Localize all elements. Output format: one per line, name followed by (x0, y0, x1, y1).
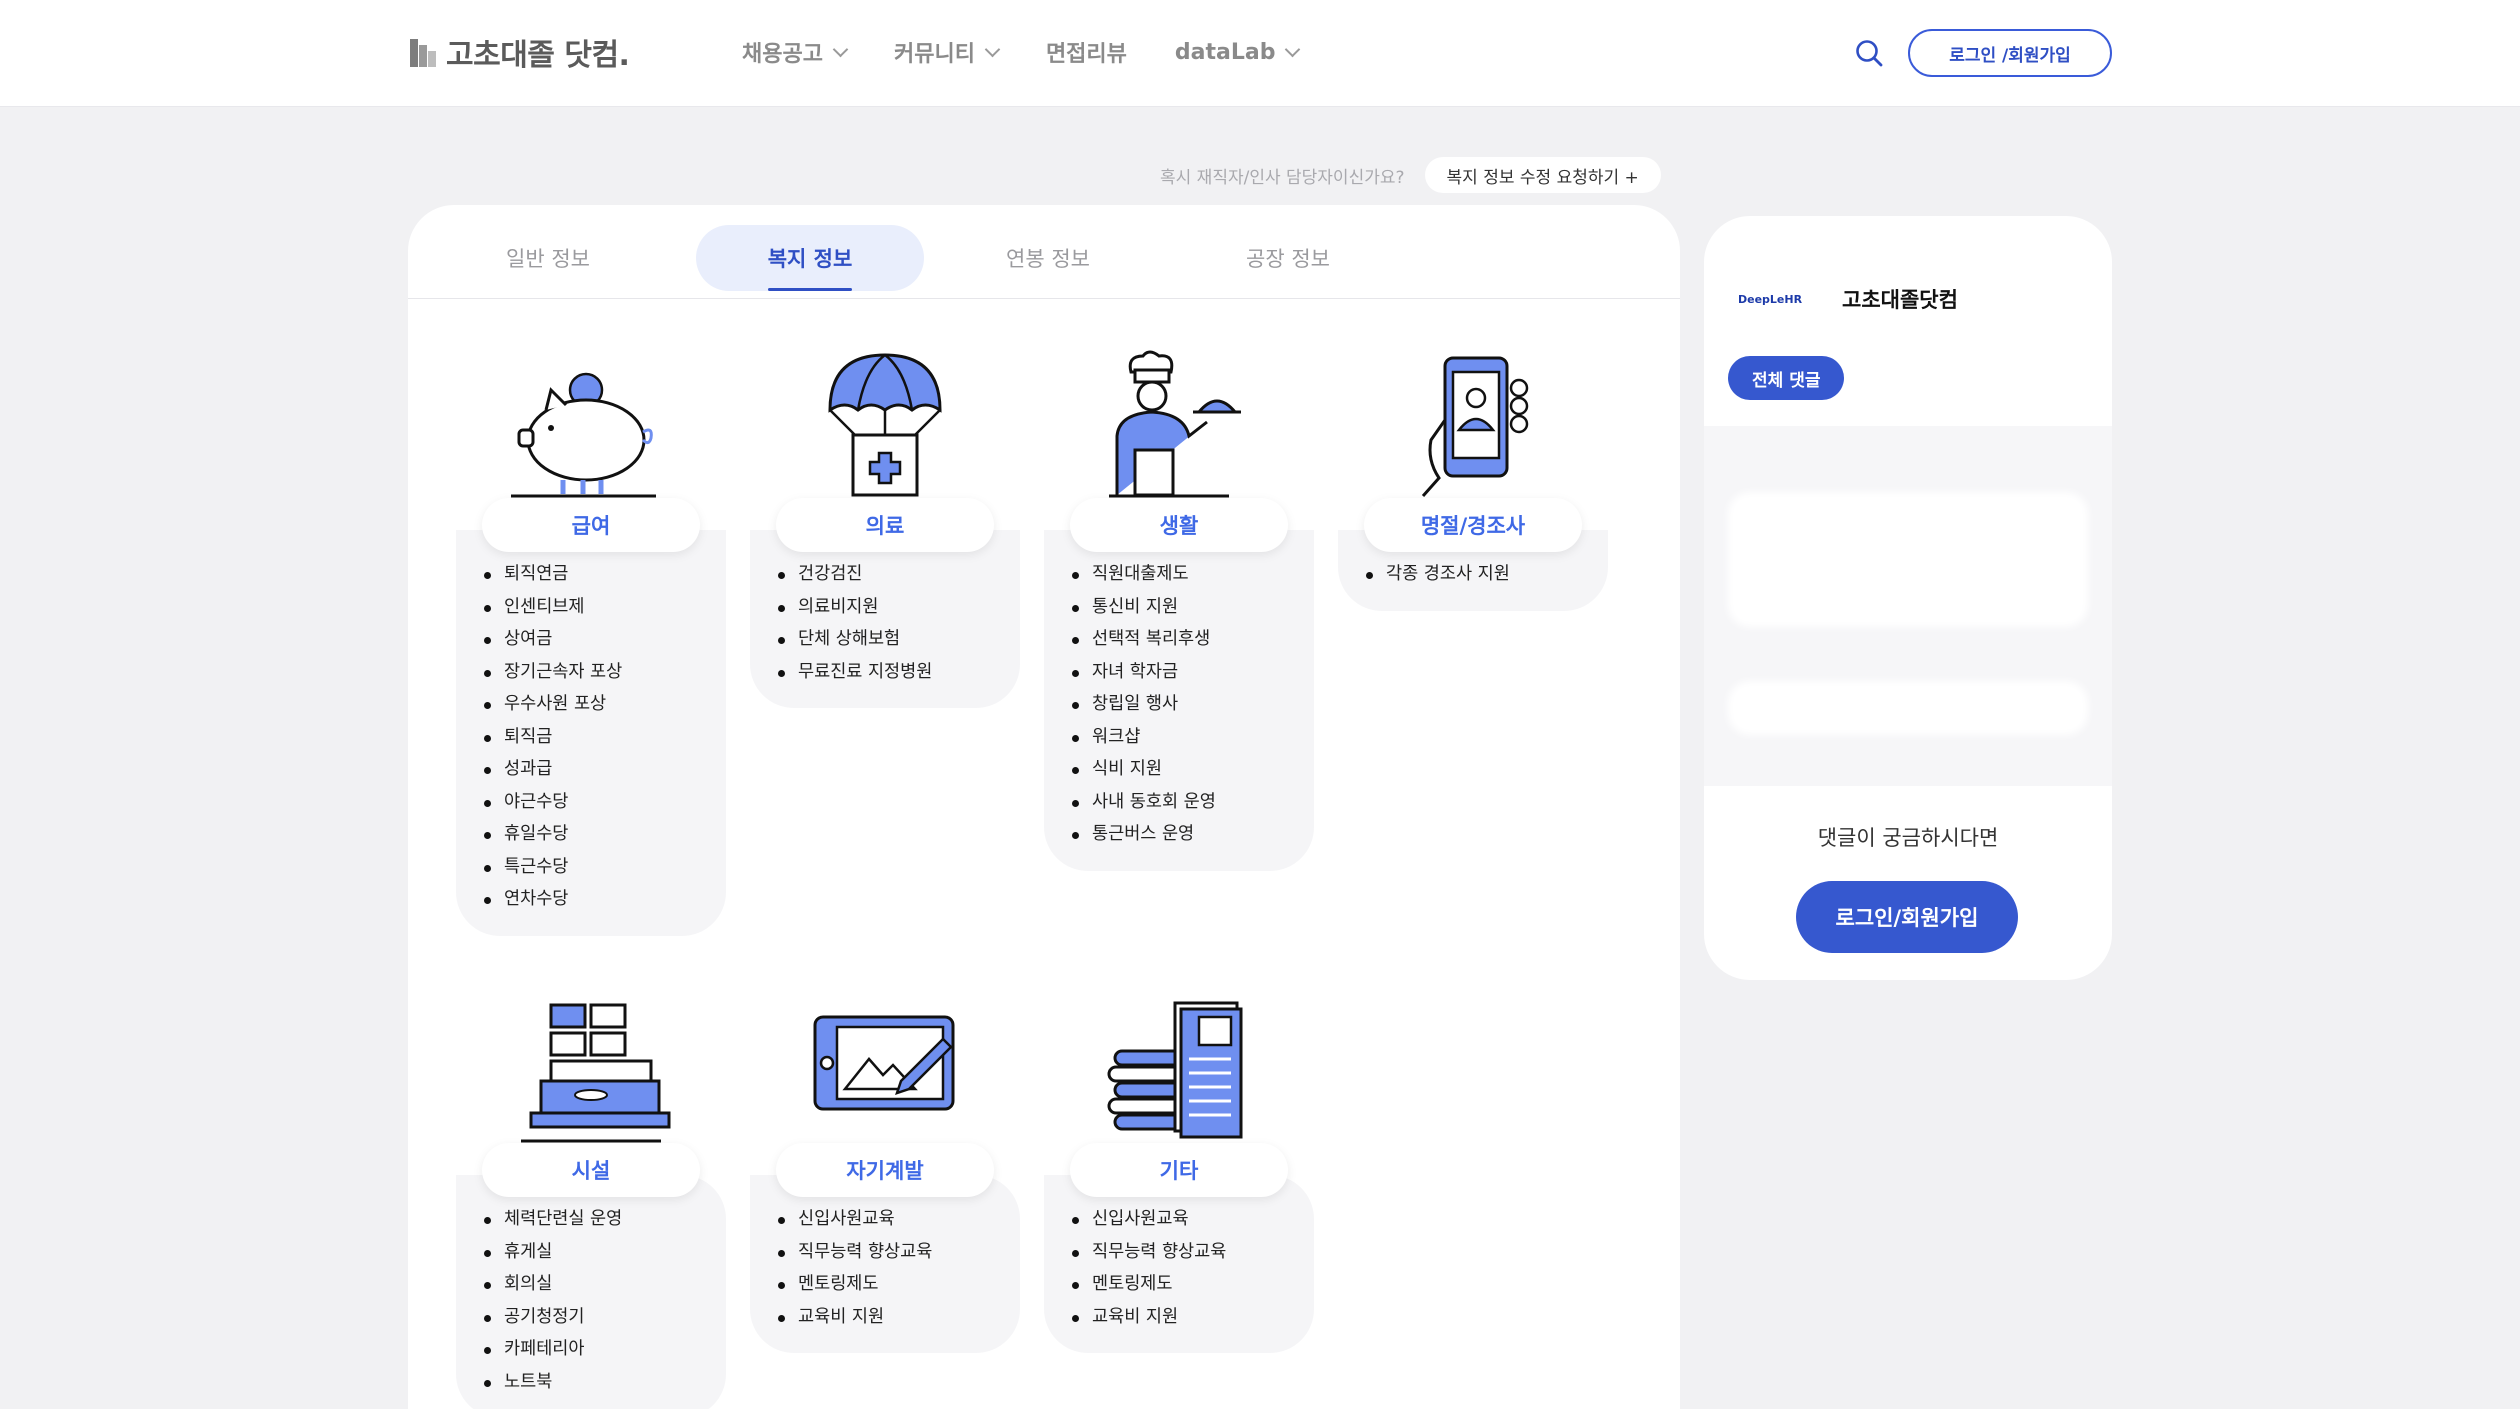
all-comments-button[interactable]: 전체 댓글 (1728, 356, 1845, 400)
category-items-box: 신입사원교육 직무능력 향상교육 멘토링제도 교육비 지원 (750, 1175, 1020, 1353)
list-item: 교육비 지원 (1070, 1301, 1314, 1334)
tab-factory-info[interactable]: 공장 정보 (1174, 225, 1402, 291)
list-item: 노트북 (482, 1366, 726, 1399)
company-logo: DeepLeHR (1738, 292, 1803, 306)
category-items-box: 직원대출제도 통신비 지원 선택적 복리후생 자녀 학자금 창립일 행사 워크샵… (1044, 530, 1314, 871)
company-info-card: 일반 정보 복지 정보 연봉 정보 공장 정보 급여 퇴직연금 인센티브제 상여… (408, 205, 1680, 1409)
list-item: 직무능력 향상교육 (1070, 1236, 1314, 1269)
medical-parachute-icon (828, 353, 942, 497)
list-item: 선택적 복리후생 (1070, 623, 1314, 656)
welfare-edit-request-button[interactable]: 복지 정보 수정 요청하기 + (1424, 157, 1661, 193)
office-facility-icon (521, 1003, 671, 1143)
nav-datalab[interactable]: dataLab (1175, 36, 1301, 68)
list-item: 회의실 (482, 1268, 726, 1301)
books-icon (1107, 1001, 1243, 1139)
list-item: 식비 지원 (1070, 753, 1314, 786)
search-icon[interactable] (1854, 38, 1884, 68)
list-item: 직무능력 향상교육 (776, 1236, 1020, 1269)
category-title: 기타 (1070, 1143, 1288, 1197)
phone-gift-icon (1421, 356, 1529, 497)
category-item-list: 각종 경조사 지원 (1364, 558, 1608, 591)
list-item: 각종 경조사 지원 (1364, 558, 1608, 591)
piggy-bank-icon (511, 372, 656, 498)
chevron-down-icon (832, 41, 849, 57)
list-item: 멘토링제도 (776, 1268, 1020, 1301)
list-item: 퇴직금 (482, 721, 726, 754)
list-item: 통근버스 운영 (1070, 818, 1314, 851)
list-item: 체력단련실 운영 (482, 1203, 726, 1236)
site-logo[interactable]: 고초대졸 닷컴. (410, 30, 630, 74)
info-tabs: 일반 정보 복지 정보 연봉 정보 공장 정보 (408, 225, 1680, 299)
category-item-list: 체력단련실 운영 휴게실 회의실 공기청정기 카페테리아 노트북 (482, 1203, 726, 1398)
category-title: 의료 (776, 498, 994, 552)
chevron-down-icon (984, 41, 1001, 57)
list-item: 카페테리아 (482, 1333, 726, 1366)
category-item-list: 건강검진 의료비지원 단체 상해보험 무료진료 지정병원 (776, 558, 1020, 688)
nav-community[interactable]: 커뮤니티 (894, 36, 1001, 68)
list-item: 무료진료 지정병원 (776, 656, 1020, 689)
list-item: 특근수당 (482, 851, 726, 884)
list-item: 휴게실 (482, 1236, 726, 1269)
nav-interview-review[interactable]: 면접리뷰 (1046, 36, 1127, 68)
nav-jobs[interactable]: 채용공고 (742, 36, 849, 68)
category-items-box: 체력단련실 운영 휴게실 회의실 공기청정기 카페테리아 노트북 (456, 1175, 726, 1409)
login-signup-button[interactable]: 로그인 /회원가입 (1908, 29, 2112, 77)
side-login-signup-button[interactable]: 로그인/회원가입 (1796, 881, 2018, 953)
list-item: 통신비 지원 (1070, 591, 1314, 624)
logo-text: 고초대졸 닷컴. (446, 38, 630, 73)
logo-bars-icon (410, 37, 436, 67)
category-item-list: 퇴직연금 인센티브제 상여금 장기근속자 포상 우수사원 포상 퇴직금 성과급 … (482, 558, 726, 916)
tablet-pen-icon (813, 1015, 955, 1111)
top-navigation-bar: 고초대졸 닷컴. 채용공고 커뮤니티 면접리뷰 dataLab 로그인 /회원가… (0, 0, 2520, 107)
list-item: 성과급 (482, 753, 726, 786)
company-header: DeepLeHR 고초대졸닷컴 (1738, 284, 1958, 314)
main-nav: 채용공고 커뮤니티 면접리뷰 dataLab (742, 36, 1301, 68)
category-title: 생활 (1070, 498, 1288, 552)
category-items-box: 퇴직연금 인센티브제 상여금 장기근속자 포상 우수사원 포상 퇴직금 성과급 … (456, 530, 726, 936)
category-item-list: 신입사원교육 직무능력 향상교육 멘토링제도 교육비 지원 (1070, 1203, 1314, 1333)
list-item: 자녀 학자금 (1070, 656, 1314, 689)
list-item: 직원대출제도 (1070, 558, 1314, 591)
list-item: 건강검진 (776, 558, 1020, 591)
category-items-box: 건강검진 의료비지원 단체 상해보험 무료진료 지정병원 (750, 530, 1020, 708)
category-title: 자기계발 (776, 1143, 994, 1197)
list-item: 워크샵 (1070, 721, 1314, 754)
tab-general-info[interactable]: 일반 정보 (434, 225, 662, 291)
list-item: 의료비지원 (776, 591, 1020, 624)
category-item-list: 신입사원교육 직무능력 향상교육 멘토링제도 교육비 지원 (776, 1203, 1020, 1333)
list-item: 교육비 지원 (776, 1301, 1020, 1334)
blurred-comments-preview (1704, 426, 2112, 786)
chef-icon (1109, 350, 1241, 498)
edit-request-row: 혹시 재직자/인사 담당자이신가요? 복지 정보 수정 요청하기 + (1160, 157, 1661, 193)
list-item: 신입사원교육 (1070, 1203, 1314, 1236)
list-item: 휴일수당 (482, 818, 726, 851)
company-name: 고초대졸닷컴 (1842, 288, 1958, 312)
list-item: 퇴직연금 (482, 558, 726, 591)
tab-salary-info[interactable]: 연봉 정보 (934, 225, 1162, 291)
category-items-box: 신입사원교육 직무능력 향상교육 멘토링제도 교육비 지원 (1044, 1175, 1314, 1353)
list-item: 인센티브제 (482, 591, 726, 624)
list-item: 연차수당 (482, 883, 726, 916)
list-item: 우수사원 포상 (482, 688, 726, 721)
list-item: 단체 상해보험 (776, 623, 1020, 656)
employee-question: 혹시 재직자/인사 담당자이신가요? (1160, 167, 1405, 188)
comments-side-card: DeepLeHR 고초대졸닷컴 전체 댓글 댓글이 궁금하시다면 로그인/회원가… (1704, 216, 2112, 980)
chevron-down-icon (1285, 41, 1301, 57)
category-title: 시설 (482, 1143, 700, 1197)
list-item: 장기근속자 포상 (482, 656, 726, 689)
list-item: 사내 동호회 운영 (1070, 786, 1314, 819)
category-item-list: 직원대출제도 통신비 지원 선택적 복리후생 자녀 학자금 창립일 행사 워크샵… (1070, 558, 1314, 851)
list-item: 신입사원교육 (776, 1203, 1020, 1236)
comments-cta-text: 댓글이 궁금하시다면 (1817, 826, 1999, 850)
list-item: 창립일 행사 (1070, 688, 1314, 721)
category-title: 명절/경조사 (1364, 498, 1582, 552)
category-title: 급여 (482, 498, 700, 552)
list-item: 야근수당 (482, 786, 726, 819)
list-item: 상여금 (482, 623, 726, 656)
tab-welfare-info[interactable]: 복지 정보 (696, 225, 924, 291)
list-item: 멘토링제도 (1070, 1268, 1314, 1301)
list-item: 공기청정기 (482, 1301, 726, 1334)
